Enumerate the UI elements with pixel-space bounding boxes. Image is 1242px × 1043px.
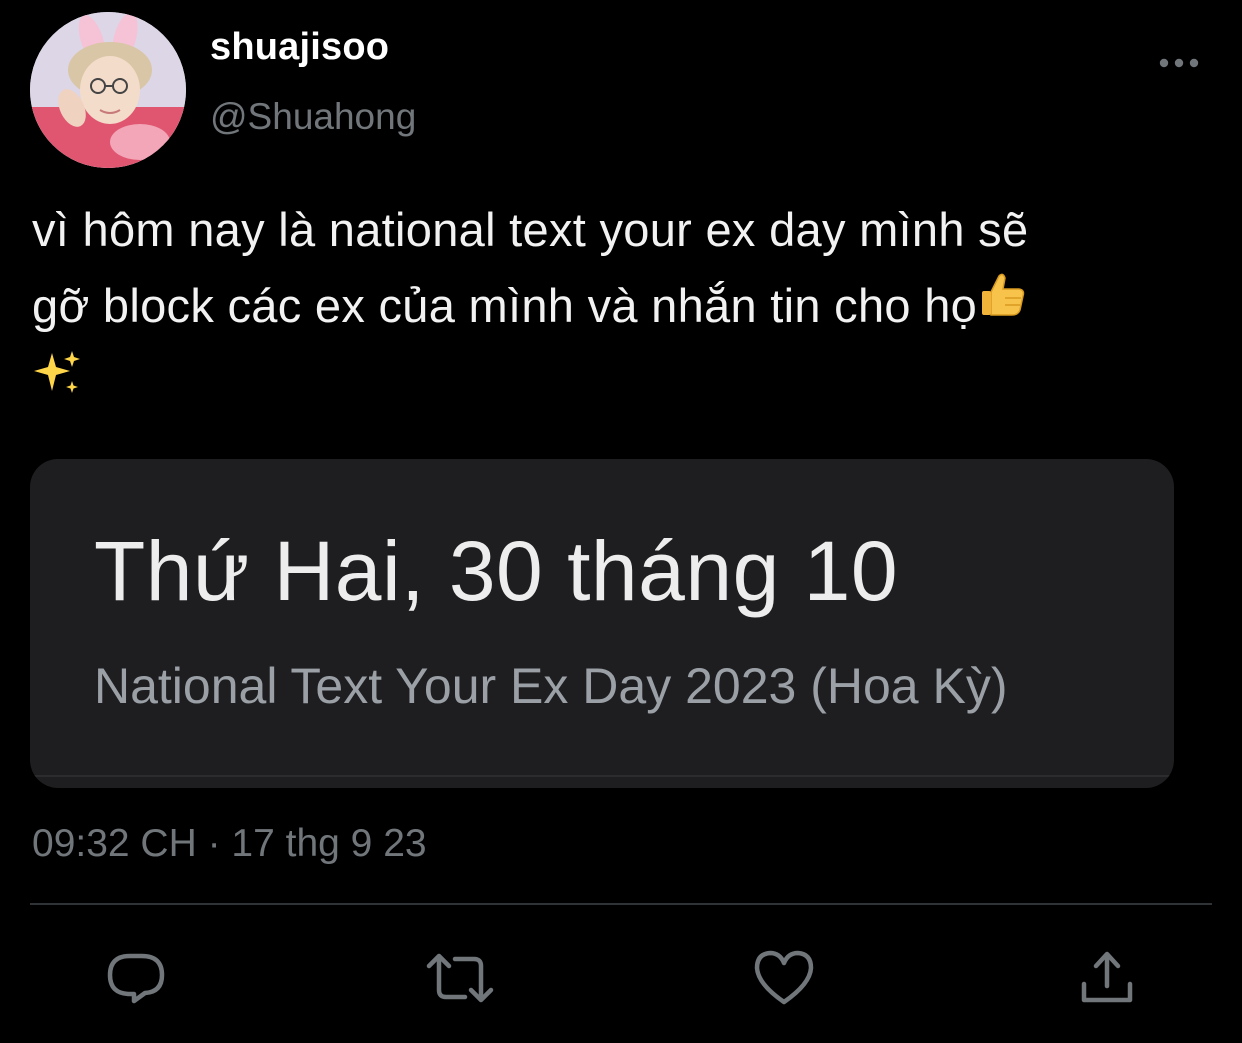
- thumbs-up-icon: [982, 273, 1025, 316]
- thumbs-up-emoji: [977, 266, 1029, 342]
- avatar-image: [30, 12, 186, 168]
- author-handle[interactable]: @Shuahong: [210, 96, 416, 138]
- sparkles-emoji: [32, 345, 84, 421]
- tweet-text-line-3: [32, 348, 1222, 428]
- avatar[interactable]: [30, 12, 186, 168]
- reply-icon: [107, 953, 165, 1004]
- sparkles-icon: [34, 351, 80, 394]
- share-button[interactable]: [1076, 946, 1140, 1010]
- tweet-text-line-2-text: gỡ block các ex của mình và nhắn tin cho…: [32, 279, 978, 332]
- more-options-icon[interactable]: [1156, 50, 1202, 76]
- tweet-timestamp[interactable]: 09:32 CH · 17 thg 9 23: [32, 822, 427, 866]
- author-display-name[interactable]: shuajisoo: [210, 26, 389, 69]
- tweet-text-line-2: gỡ block các ex của mình và nhắn tin cho…: [32, 268, 1222, 348]
- media-card[interactable]: Thứ Hai, 30 tháng 10 National Text Your …: [30, 459, 1174, 788]
- card-event-subtitle: National Text Your Ex Day 2023 (Hoa Kỳ): [94, 658, 1008, 714]
- divider: [30, 903, 1212, 905]
- retweet-icon: [426, 953, 494, 1003]
- share-icon: [1081, 951, 1133, 1003]
- card-date-title: Thứ Hai, 30 tháng 10: [94, 524, 899, 618]
- heart-icon: [754, 950, 814, 1005]
- like-button[interactable]: [752, 946, 816, 1010]
- reply-button[interactable]: [104, 946, 168, 1010]
- tweet-text: vì hôm nay là national text your ex day …: [32, 192, 1222, 427]
- retweet-button[interactable]: [425, 946, 494, 1010]
- tweet-text-line-1: vì hôm nay là national text your ex day …: [32, 203, 1029, 256]
